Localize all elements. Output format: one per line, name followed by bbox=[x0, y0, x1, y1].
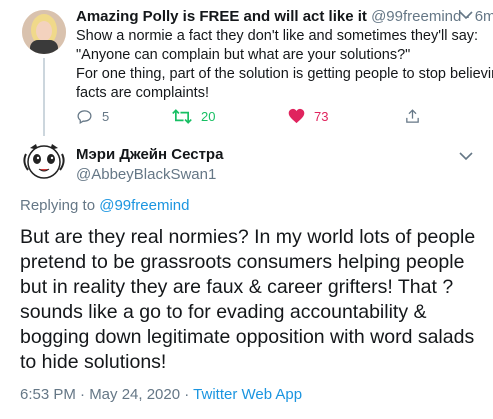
thread-connector bbox=[43, 58, 45, 136]
author-name[interactable]: Мэри Джейн Сестра bbox=[76, 146, 223, 164]
reply-button[interactable]: 5 bbox=[76, 106, 109, 126]
tweet-text: But are they real normies? In my world l… bbox=[20, 225, 482, 375]
retweet-icon bbox=[172, 108, 192, 124]
tweet-text-line: to hide solutions! bbox=[20, 351, 167, 373]
replying-to: Replying to @99freemind bbox=[20, 197, 190, 215]
tweet-text-line: "Anyone can complain but what are your s… bbox=[76, 47, 411, 63]
author-handle[interactable]: @AbbeyBlackSwan1 bbox=[76, 166, 216, 184]
author-handle[interactable]: @99freemind bbox=[371, 8, 461, 25]
tweet-text-line: sounds like a go to for evading accounta… bbox=[20, 301, 427, 323]
tweet-source[interactable]: Twitter Web App bbox=[193, 386, 302, 403]
tweet-metadata: 6:53 PM · May 24, 2020 · Twitter Web App bbox=[20, 386, 302, 404]
like-count: 73 bbox=[314, 108, 329, 124]
tweet-text: Show a normie a fact they don't like and… bbox=[76, 27, 493, 103]
tweet-text-line: bogging down legitimate opposition with … bbox=[20, 326, 475, 348]
chevron-down-icon[interactable] bbox=[458, 9, 474, 21]
replying-to-link[interactable]: @99freemind bbox=[99, 197, 189, 214]
tweet-text-line: But are they real normies? In my world l… bbox=[20, 226, 476, 248]
tweet-text-line: facts are complaints! bbox=[76, 85, 209, 101]
chevron-down-icon[interactable] bbox=[458, 150, 474, 162]
author-avatar[interactable] bbox=[22, 10, 66, 54]
retweet-count: 20 bbox=[201, 108, 216, 124]
tweet-text-line: Show a normie a fact they don't like and… bbox=[76, 28, 479, 44]
author-avatar[interactable] bbox=[20, 142, 68, 182]
share-button[interactable] bbox=[404, 106, 430, 126]
tweet-header: Amazing Polly is FREE and will act like … bbox=[76, 8, 493, 26]
like-button[interactable]: 73 bbox=[288, 106, 328, 126]
parent-tweet[interactable]: Amazing Polly is FREE and will act like … bbox=[0, 0, 493, 136]
replying-prefix: Replying to bbox=[20, 197, 96, 214]
tweet-text-line: pretend to be grassroots consumers helpi… bbox=[20, 251, 465, 273]
tweet-timestamp[interactable]: 6:53 PM · May 24, 2020 · bbox=[20, 386, 193, 403]
retweet-button[interactable]: 20 bbox=[172, 106, 215, 126]
tweet-text-line: but in reality they are faux & career gr… bbox=[20, 276, 454, 298]
reply-count: 5 bbox=[102, 108, 110, 124]
author-name[interactable]: Amazing Polly is FREE and will act like … bbox=[76, 8, 367, 25]
heart-icon bbox=[288, 108, 305, 124]
share-icon bbox=[406, 108, 419, 123]
reply-icon bbox=[77, 109, 92, 124]
tweet-text-line: For one thing, part of the solution is g… bbox=[76, 66, 493, 82]
tweet-time[interactable]: 6m bbox=[475, 8, 493, 25]
avatar-image bbox=[22, 10, 66, 54]
